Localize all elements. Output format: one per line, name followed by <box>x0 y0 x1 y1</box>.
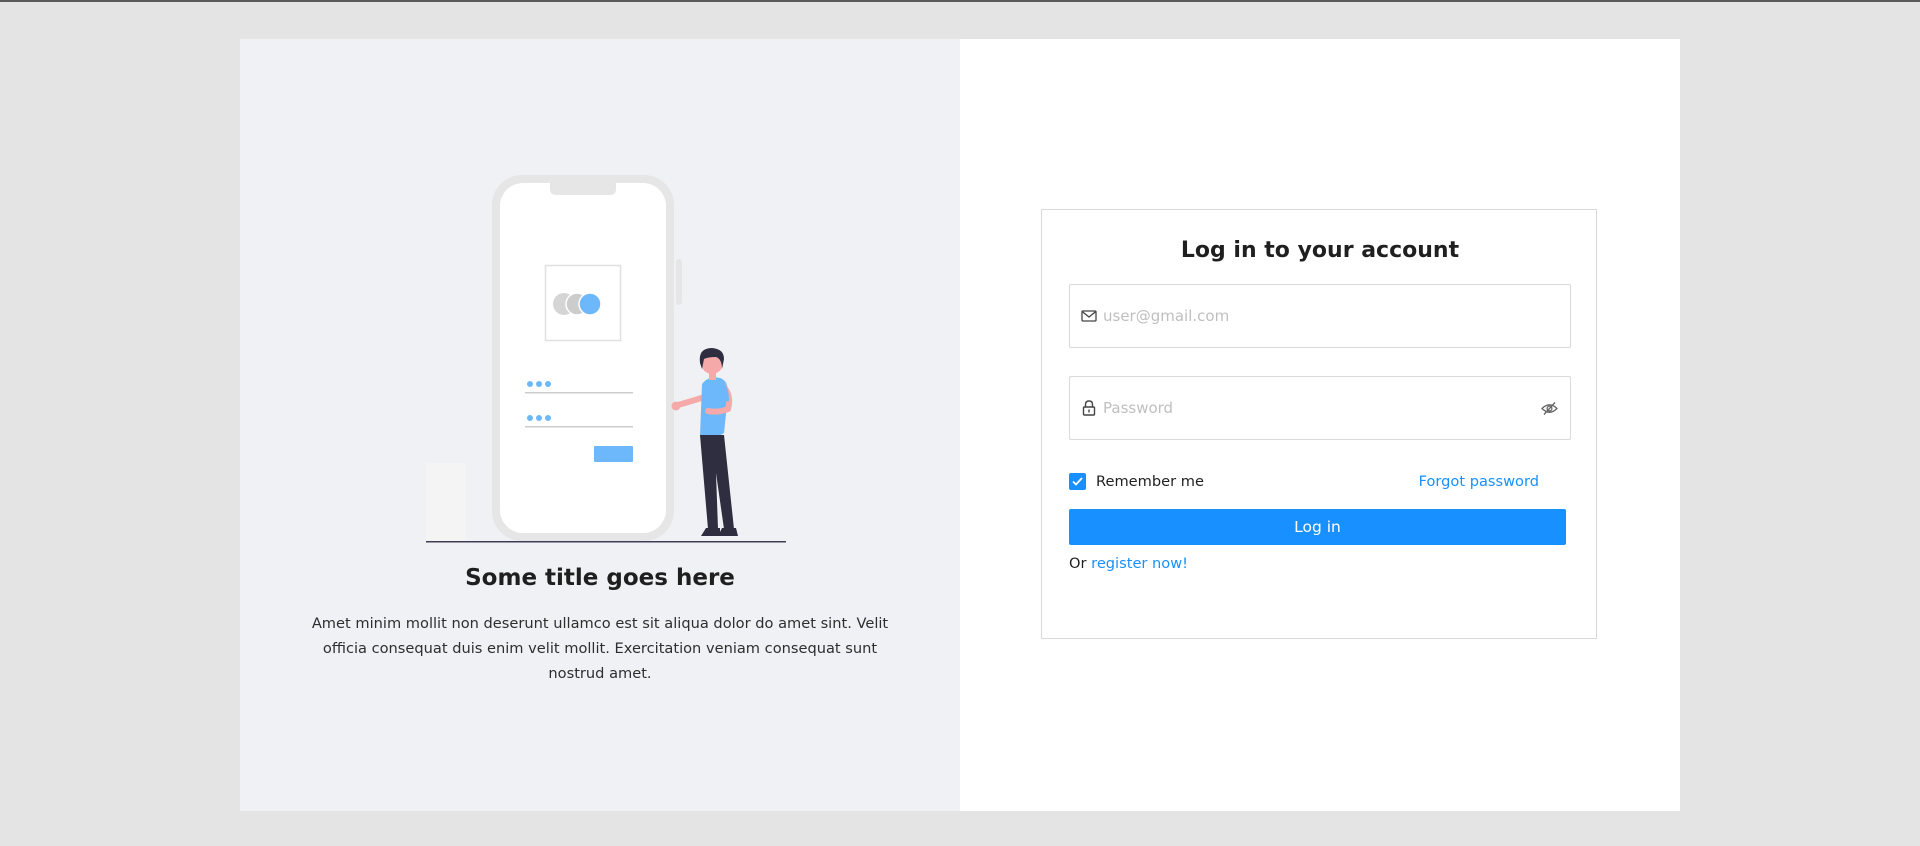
login-button[interactable]: Log in <box>1069 509 1566 545</box>
mail-icon <box>1081 308 1097 324</box>
remember-row: Remember me Forgot password <box>1069 470 1539 492</box>
background-shape <box>426 463 466 543</box>
promo-panel: Some title goes here Amet minim mollit n… <box>240 39 960 811</box>
login-form: Log in to your account user@gmail.com Re… <box>1041 209 1597 639</box>
ground-line <box>426 541 786 543</box>
eye-invisible-icon[interactable] <box>1540 399 1558 417</box>
email-field[interactable] <box>1069 284 1571 348</box>
remember-label[interactable]: Remember me <box>1096 473 1204 490</box>
window-top-border <box>0 0 1920 2</box>
login-illustration <box>426 175 786 543</box>
login-title: Log in to your account <box>1180 238 1460 263</box>
person-illustration <box>671 348 738 536</box>
remember-checkbox[interactable] <box>1069 472 1086 490</box>
page-container: Some title goes here Amet minim mollit n… <box>240 39 1680 811</box>
register-prefix: Or <box>1069 555 1087 572</box>
password-field[interactable] <box>1069 376 1571 440</box>
phone-illustration <box>492 175 682 541</box>
check-icon <box>1072 476 1083 486</box>
promo-title: Some title goes here <box>465 565 735 591</box>
promo-description: Amet minim mollit non deserunt ullamco e… <box>311 615 889 682</box>
login-panel: Log in to your account user@gmail.com Re… <box>960 39 1680 811</box>
register-row: Or register now! <box>1069 555 1188 572</box>
register-link[interactable]: register now! <box>1091 555 1188 572</box>
password-input[interactable] <box>1103 393 1540 423</box>
forgot-password-link[interactable]: Forgot password <box>1419 473 1539 490</box>
lock-icon <box>1081 400 1097 416</box>
email-input[interactable] <box>1103 301 1570 331</box>
